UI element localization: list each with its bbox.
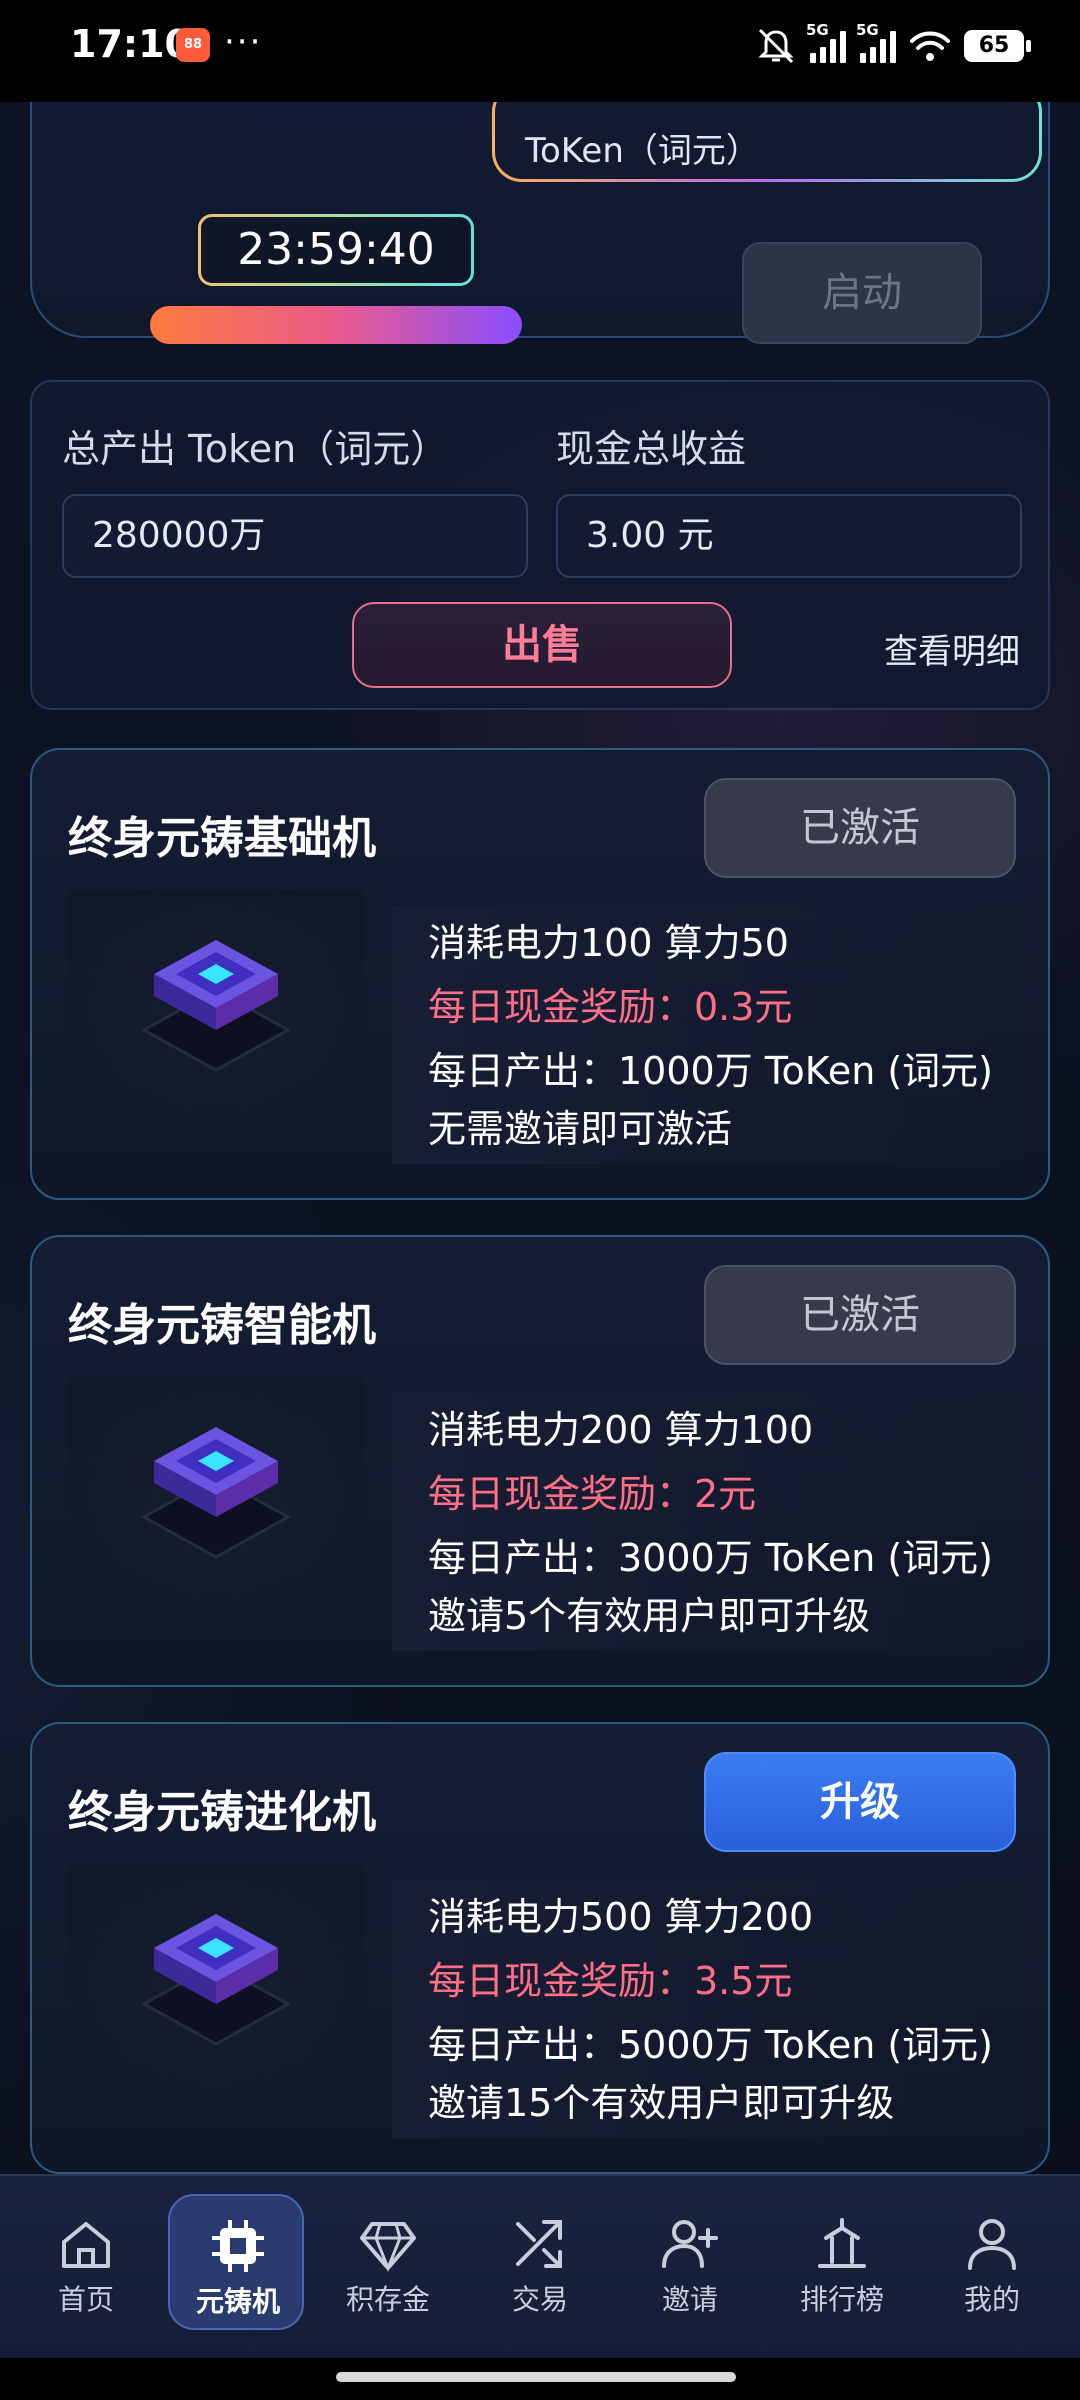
power-text: 消耗电力200 算力100 [428,1408,814,1452]
nav-item-machines[interactable]: 元铸机 [168,2194,304,2330]
nav-label: 元铸机 [195,2285,280,2318]
power-text: 消耗电力500 算力200 [428,1895,814,1939]
machine-title: 终身元铸智能机 [68,1300,376,1351]
reward-text: 每日现金奖励：0.3元 [428,985,793,1029]
signal-icon: 5G [806,21,846,63]
status-bar: 17:10 88 ··· 5G 5G 65 [0,0,1080,102]
chip-cube-icon [140,940,292,1072]
nav-item-leaderboard[interactable]: 排行榜 [774,2194,910,2330]
condition-text: 邀请5个有效用户即可升级 [428,1594,871,1638]
nav-item-home[interactable]: 首页 [18,2194,154,2330]
machine-card-basic: 终身元铸基础机 已激活 消耗电力100 算力50 每日现金奖励：0.3元 每日产… [30,748,1050,1200]
reward-text: 每日现金奖励：2元 [428,1472,757,1516]
home-icon [62,2222,110,2268]
chip-cube-icon [140,1427,292,1559]
machine-info: 消耗电力100 算力50 每日现金奖励：0.3元 每日产出：1000万 ToKe… [392,906,1022,1164]
sell-button[interactable]: 出售 [352,602,732,688]
nav-label: 排行榜 [799,2283,884,2316]
machine-image [68,890,364,1124]
total-output-label: 总产出 Token（词元） [62,427,449,471]
progress-bar [150,306,522,344]
machine-info: 消耗电力500 算力200 每日现金奖励：3.5元 每日产出：5000万 ToK… [392,1880,1022,2138]
wifi-icon [910,31,950,61]
cash-total-field: 3.00 元 [556,494,1022,578]
network-type: 5G [856,21,879,39]
activated-button[interactable]: 已激活 [704,1265,1016,1365]
battery-icon: 65 [964,30,1031,62]
nav-label: 首页 [57,2283,114,2316]
reward-text: 每日现金奖励：3.5元 [428,1959,793,2003]
nav-item-savings[interactable]: 积存金 [320,2194,456,2330]
machine-image [68,1377,364,1611]
bottom-navigation: 首页 元铸机 积存金 交易 邀请 排行榜 我的 [0,2174,1080,2358]
nav-label: 邀请 [661,2283,718,2316]
machine-card-smart: 终身元铸智能机 已激活 消耗电力200 算力100 每日现金奖励：2元 每日产出… [30,1235,1050,1687]
signal-icon: 5G [856,21,896,63]
start-button[interactable]: 启动 [742,242,982,344]
app-notification-icon: 88 [176,28,210,62]
app-screen: ToKen（词元） 23:59:40 启动 总产出 Token（词元） 现金总收… [0,0,1080,2400]
upgrade-button[interactable]: 升级 [704,1752,1016,1852]
status-time: 17:10 [70,22,191,66]
machine-info: 消耗电力200 算力100 每日现金奖励：2元 每日产出：3000万 ToKen… [392,1393,1022,1651]
home-indicator[interactable] [336,2372,736,2382]
status-icons: 5G 5G 65 [756,21,1031,68]
condition-text: 邀请15个有效用户即可升级 [428,2081,895,2125]
nav-label: 我的 [963,2283,1020,2316]
totals-panel: 总产出 Token（词元） 现金总收益 280000万 3.00 元 出售 查看… [30,380,1050,710]
mute-icon [758,28,794,64]
shuffle-icon [516,2220,562,2268]
output-text: 每日产出：3000万 ToKen (词元) [428,1536,994,1580]
output-text: 每日产出：5000万 ToKen (词元) [428,2023,994,2067]
nav-label: 交易 [511,2283,568,2316]
countdown-timer: 23:59:40 [198,214,474,286]
network-type: 5G [806,21,829,39]
machine-card-evolution: 终身元铸进化机 升级 消耗电力500 算力200 每日现金奖励：3.5元 每日产… [30,1722,1050,2174]
nav-label: 积存金 [345,2283,430,2316]
user-icon [968,2219,1016,2270]
machine-image [68,1864,364,2098]
output-text: 每日产出：1000万 ToKen (词元) [428,1049,994,1093]
chip-cube-icon [140,1914,292,2046]
view-details-link[interactable]: 查看明细 [884,624,1020,673]
more-notifications-icon: ··· [224,22,263,62]
nav-item-trade[interactable]: 交易 [472,2194,608,2330]
total-output-field: 280000万 [62,494,528,578]
nav-item-profile[interactable]: 我的 [924,2194,1060,2330]
activated-button[interactable]: 已激活 [704,778,1016,878]
machine-title: 终身元铸基础机 [68,813,376,864]
diamond-icon [360,2222,416,2273]
chip-icon [212,2220,264,2272]
power-text: 消耗电力100 算力50 [428,921,789,965]
machine-title: 终身元铸进化机 [68,1787,376,1838]
podium-icon [818,2218,866,2268]
nav-item-invite[interactable]: 邀请 [622,2194,758,2330]
condition-text: 无需邀请即可激活 [428,1107,733,1151]
cash-total-label: 现金总收益 [556,427,747,471]
add-user-icon [662,2220,718,2268]
